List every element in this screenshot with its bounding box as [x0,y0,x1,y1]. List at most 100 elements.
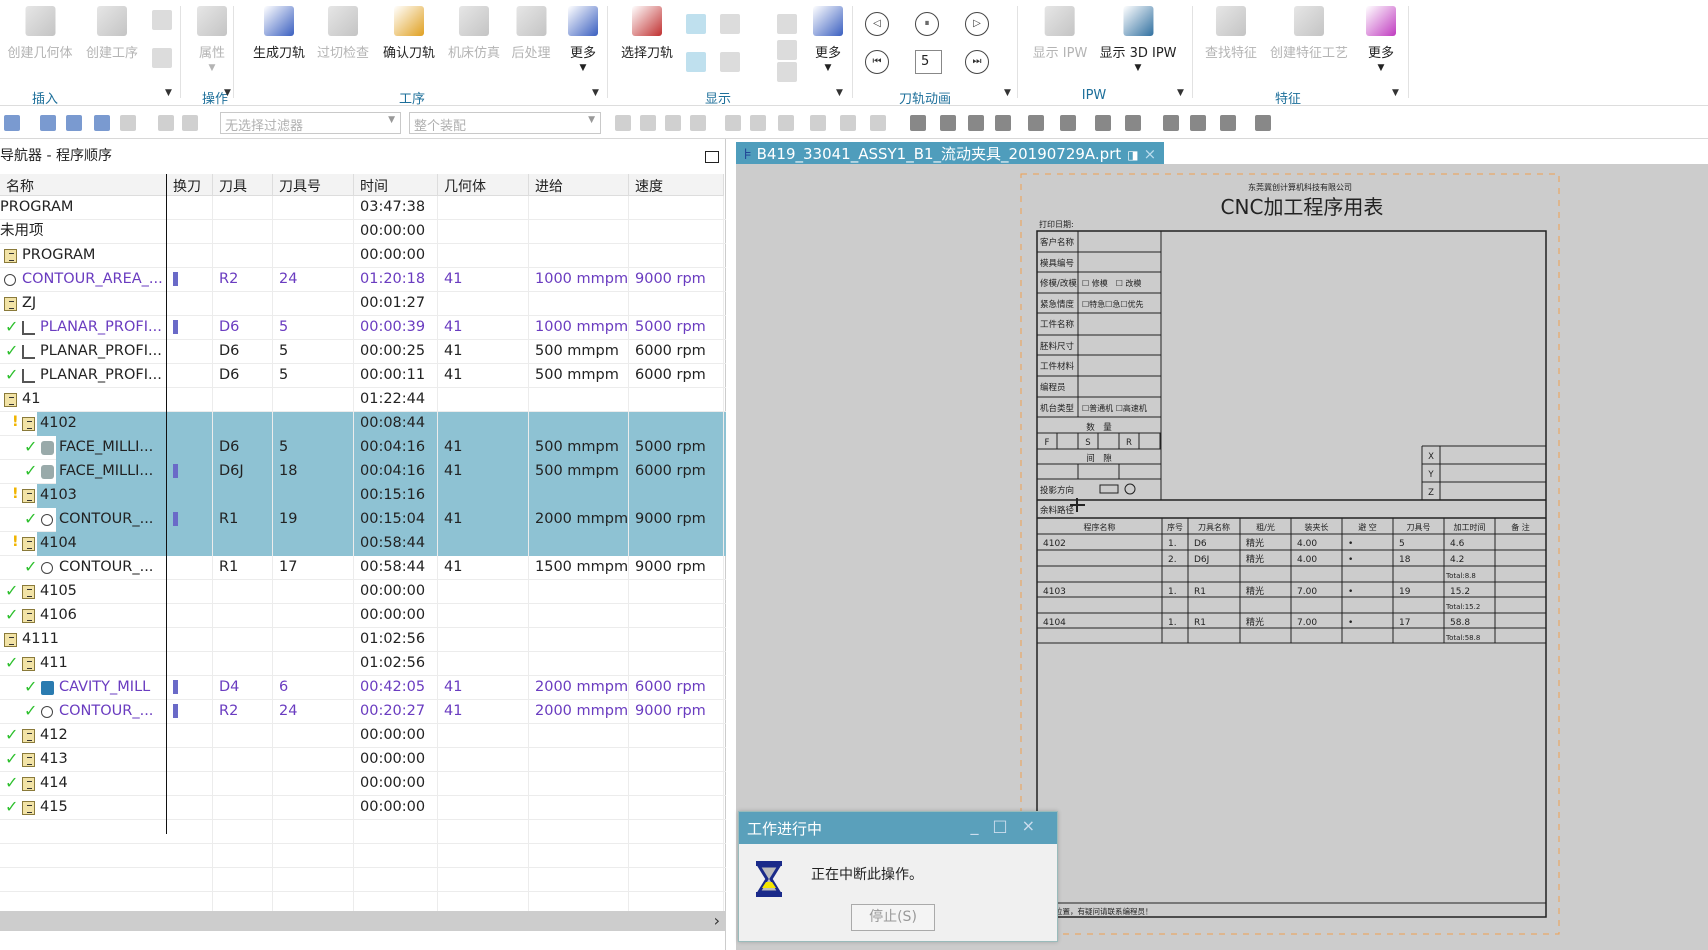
ribbon-button-9[interactable]: 选择刀轨 [621,4,673,61]
small-tool-icon[interactable] [152,10,172,30]
animation-speed-spinner[interactable]: 5 [915,50,942,74]
small-tool-icon[interactable] [686,52,706,72]
ribbon-button-15[interactable]: 更多 ▼ [1366,4,1396,73]
toolbar-icon[interactable] [1163,115,1179,131]
group-dropdown-icon[interactable]: ▼ [836,88,843,98]
fast-forward-icon[interactable]: ⏭ [965,50,989,74]
toolbar-icon[interactable] [158,115,174,131]
toolbar-icon[interactable] [870,115,886,131]
column-header[interactable]: 名称 [0,174,167,196]
ribbon-button-7[interactable]: 后处理 [511,4,551,61]
ribbon-button-11[interactable]: 显示 IPW [1033,4,1087,61]
toolbar-icon[interactable] [1095,115,1111,131]
dialog-title-bar[interactable]: 工作进行中 _□× [739,812,1057,844]
play-icon[interactable]: ▷ [965,12,989,36]
toolbar-icon[interactable] [665,115,681,131]
minimize-icon[interactable]: _ [970,816,992,835]
table-row[interactable]: ✓ 414 00:00:00 [0,772,726,796]
small-tool-icon[interactable] [720,52,740,72]
step-back-icon[interactable]: ◁ [865,12,889,36]
small-tool-icon[interactable] [720,14,740,34]
ribbon-button-2[interactable]: 属性 ▼ [197,4,227,73]
toolbar-icon[interactable] [810,115,826,131]
table-row[interactable]: 未用项 00:00:00 [0,220,726,244]
table-row[interactable]: ✓ PLANAR_PROFI... D6 5 00:00:11 41 500 mmpm 600… [0,364,726,388]
maximize-icon[interactable] [705,151,719,163]
toolbar-icon[interactable] [4,115,20,131]
toolbar-icon[interactable] [182,115,198,131]
toolbar-icon[interactable] [750,115,766,131]
table-row[interactable]: ✓ CONTOUR_... R2 24 00:20:27 41 2000 mmpm 9000 … [0,700,726,724]
group-dropdown-icon[interactable]: ▼ [1392,88,1399,98]
table-row[interactable]: ✓ PLANAR_PROFI... D6 5 00:00:39 41 1000 mmpm 50… [0,316,726,340]
maximize-icon[interactable]: □ [992,816,1021,835]
toolbar-icon[interactable] [995,115,1011,131]
ribbon-button-5[interactable]: 确认刀轨 [383,4,435,61]
table-row[interactable]: ✓ 411 01:02:56 [0,652,726,676]
toolbar-icon[interactable] [725,115,741,131]
pause-icon[interactable]: ⏸ [915,12,939,36]
rewind-icon[interactable]: ⏮ [865,50,889,74]
ribbon-button-1[interactable]: 创建工序 [86,4,138,61]
toolbar-icon[interactable] [1220,115,1236,131]
table-row[interactable]: ✓ FACE_MILLI... D6 5 00:04:16 41 500 mmpm 5000 … [0,436,726,460]
toolbar-icon[interactable] [66,115,82,131]
ribbon-button-14[interactable]: 创建特征工艺 [1270,4,1348,61]
column-header[interactable]: 速度 [629,174,724,196]
small-tool-icon[interactable] [686,14,706,34]
ribbon-button-13[interactable]: 查找特征 [1205,4,1257,61]
toolbar-icon[interactable] [615,115,631,131]
group-dropdown-icon[interactable]: ▼ [224,88,231,98]
table-row[interactable]: ZJ 00:01:27 [0,292,726,316]
close-icon[interactable]: × [1022,816,1049,835]
ribbon-button-4[interactable]: 过切检查 [317,4,369,61]
table-row[interactable]: ✓ CONTOUR_... R1 19 00:15:04 41 2000 mmpm 9000 … [0,508,726,532]
column-divider[interactable] [166,174,167,834]
group-dropdown-icon[interactable]: ▼ [1004,88,1011,98]
column-header[interactable]: 刀具 [213,174,273,196]
table-row[interactable]: PROGRAM 00:00:00 [0,244,726,268]
toolbar-icon[interactable] [94,115,110,131]
table-row[interactable]: ! 4103 00:15:16 [0,484,726,508]
toolbar-icon[interactable] [640,115,656,131]
table-row[interactable]: ✓ 412 00:00:00 [0,724,726,748]
toolbar-icon[interactable] [1060,115,1076,131]
toolbar-icon[interactable] [1255,115,1271,131]
column-header[interactable]: 时间 [354,174,438,196]
toolbar-icon[interactable] [940,115,956,131]
toolbar-icon[interactable] [910,115,926,131]
table-row[interactable]: CONTOUR_AREA_... R2 24 01:20:18 41 1000 mmpm 9… [0,268,726,292]
table-row[interactable]: ! 4104 00:58:44 [0,532,726,556]
small-tool-icon[interactable] [152,48,172,68]
toolbar-icon[interactable] [778,115,794,131]
table-row[interactable]: PROGRAM 03:47:38 [0,196,726,220]
table-row[interactable]: ✓ 413 00:00:00 [0,748,726,772]
toolbar-icon[interactable] [1190,115,1206,131]
toolbar-icon[interactable] [40,115,56,131]
group-dropdown-icon[interactable]: ▼ [165,88,172,98]
chevron-right-icon[interactable]: › [714,911,720,930]
assembly-scope-select[interactable]: 整个装配 ▼ [409,112,601,134]
stop-button[interactable]: 停止(S) [851,904,935,931]
table-row[interactable]: ✓ CONTOUR_... R1 17 00:58:44 41 1500 mmpm 9000 … [0,556,726,580]
column-header[interactable]: 换刀 [167,174,213,196]
table-row[interactable]: ✓ FACE_MILLI... D6J 18 00:04:16 41 500 mmpm 600… [0,460,726,484]
toolbar-icon[interactable] [840,115,856,131]
type-filter-select[interactable]: 无选择过滤器 ▼ [220,112,401,134]
ribbon-button-12[interactable]: 显示 3D IPW ▼ [1099,4,1177,73]
ribbon-button-6[interactable]: 机床仿真 [448,4,500,61]
table-row[interactable]: ✓ 4106 00:00:00 [0,604,726,628]
table-row[interactable]: ✓ 415 00:00:00 [0,796,726,820]
horizontal-scrollbar[interactable]: › [0,911,726,931]
small-tool-icon[interactable] [777,14,797,34]
table-row[interactable]: ! 4102 00:08:44 [0,412,726,436]
column-header[interactable]: 刀具号 [273,174,354,196]
table-row[interactable]: ✓ PLANAR_PROFI... D6 5 00:00:25 41 500 mmpm 600… [0,340,726,364]
group-dropdown-icon[interactable]: ▼ [1177,88,1184,98]
ribbon-button-0[interactable]: 创建几何体 [7,4,73,61]
table-row[interactable]: ✓ 4105 00:00:00 [0,580,726,604]
group-dropdown-icon[interactable]: ▼ [592,88,599,98]
small-tool-icon[interactable] [777,40,797,60]
toolbar-icon[interactable] [690,115,706,131]
toolbar-icon[interactable] [1028,115,1044,131]
